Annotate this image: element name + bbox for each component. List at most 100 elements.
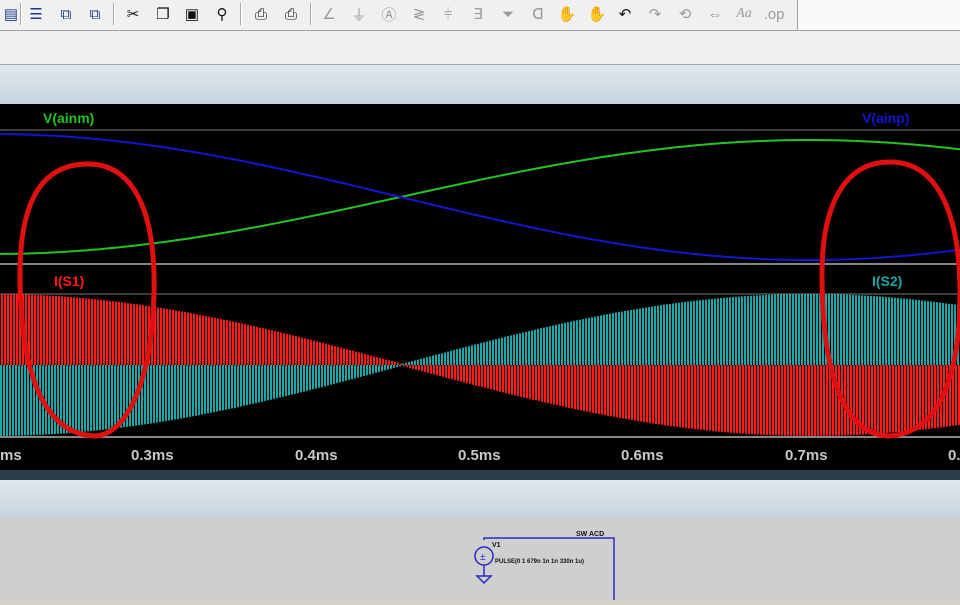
toolbar-separator bbox=[240, 3, 242, 25]
i-s2-stripe bbox=[513, 334, 515, 365]
i-s2-stripe bbox=[84, 365, 86, 432]
spice-directive-icon[interactable]: .op bbox=[763, 3, 785, 25]
cut-icon[interactable]: ✂ bbox=[122, 3, 144, 25]
i-s1-stripe bbox=[463, 365, 465, 383]
copy-icon[interactable]: ❐ bbox=[152, 3, 174, 25]
i-s1-stripe bbox=[508, 365, 510, 394]
i-s2-stripe bbox=[306, 365, 308, 391]
trace-label-i-s2[interactable]: I(S2) bbox=[872, 273, 902, 289]
trace-label-v-ainm[interactable]: V(ainm) bbox=[43, 110, 94, 126]
i-s2-stripe bbox=[681, 302, 683, 365]
i-s1-stripe bbox=[493, 365, 495, 391]
rotate-icon[interactable]: ⟲ bbox=[674, 3, 696, 25]
i-s1-stripe bbox=[175, 310, 177, 365]
toolbar-separator bbox=[20, 3, 22, 25]
i-s1-stripe bbox=[826, 365, 828, 436]
i-s2-stripe bbox=[3, 365, 5, 436]
i-s1-stripe bbox=[685, 365, 687, 429]
i-s2-stripe bbox=[534, 329, 536, 365]
component-name[interactable]: V1 bbox=[492, 542, 501, 549]
i-s2-stripe bbox=[579, 319, 581, 365]
i-s1-stripe bbox=[664, 365, 666, 426]
i-s1-stripe bbox=[946, 365, 948, 427]
move-icon[interactable]: ✋ bbox=[556, 3, 578, 25]
i-s1-stripe bbox=[544, 365, 546, 403]
i-s1-stripe bbox=[538, 365, 540, 402]
i-s1-stripe bbox=[343, 348, 345, 365]
waveform-plot[interactable]: V(ainm) V(ainp) I(S1) I(S2) ms 0.3ms 0.4… bbox=[0, 104, 960, 470]
tile-vertical-icon[interactable]: ⧉ bbox=[84, 3, 106, 25]
paste-icon[interactable]: ▣ bbox=[181, 3, 203, 25]
i-s2-stripe bbox=[774, 294, 776, 365]
i-s1-stripe bbox=[778, 365, 780, 436]
i-s2-stripe bbox=[657, 305, 659, 365]
i-s2-stripe bbox=[378, 365, 380, 373]
inductor-icon[interactable]: ∃ bbox=[467, 3, 489, 25]
i-s1-stripe bbox=[955, 365, 957, 426]
i-s1-stripe bbox=[601, 365, 603, 415]
i-s1-stripe bbox=[670, 365, 672, 427]
i-s1-stripe bbox=[568, 365, 570, 408]
i-s2-stripe bbox=[543, 327, 545, 365]
i-s2-stripe bbox=[645, 307, 647, 365]
i-s2-stripe bbox=[234, 365, 236, 408]
i-s1-stripe bbox=[709, 365, 711, 431]
ground-icon[interactable]: ⏚ bbox=[348, 3, 370, 25]
tile-icon[interactable]: ⧉ bbox=[55, 3, 77, 25]
i-s1-stripe bbox=[280, 332, 282, 365]
i-s1-stripe bbox=[337, 346, 339, 365]
i-s2-stripe bbox=[561, 323, 563, 365]
i-s2-stripe bbox=[933, 301, 935, 365]
i-s2-stripe bbox=[549, 326, 551, 365]
trace-label-v-ainp[interactable]: V(ainp) bbox=[862, 110, 909, 126]
capacitor-icon[interactable]: ⫩ bbox=[437, 3, 459, 25]
i-s2-stripe bbox=[183, 365, 185, 418]
i-s1-stripe bbox=[541, 365, 543, 402]
print-setup-icon[interactable]: ⎙ bbox=[250, 3, 272, 25]
trace-v-ainp bbox=[0, 133, 960, 261]
component-icon[interactable]: ᗡ bbox=[527, 3, 549, 25]
undo-icon[interactable]: ↶ bbox=[614, 3, 636, 25]
mirror-icon[interactable]: ⇔ bbox=[704, 3, 726, 25]
i-s1-stripe bbox=[268, 329, 270, 365]
diode-icon[interactable]: ⏷ bbox=[497, 3, 519, 25]
print-icon[interactable]: ⎙ bbox=[280, 3, 302, 25]
label-icon[interactable]: Ⓐ bbox=[378, 3, 400, 25]
new-schematic-icon[interactable]: ▤ bbox=[0, 3, 22, 25]
text-button[interactable]: Aa bbox=[733, 3, 755, 25]
i-s2-stripe bbox=[831, 294, 833, 365]
redo-icon[interactable]: ↷ bbox=[644, 3, 666, 25]
i-s2-stripe bbox=[573, 320, 575, 365]
i-s2-stripe bbox=[129, 365, 131, 427]
i-s1-stripe bbox=[523, 365, 525, 398]
i-s2-stripe bbox=[717, 298, 719, 365]
cascade-icon[interactable]: ☰ bbox=[25, 3, 47, 25]
i-s2-stripe bbox=[540, 328, 542, 365]
i-s2-stripe bbox=[891, 297, 893, 365]
i-s1-stripe bbox=[406, 365, 408, 368]
wire-icon[interactable]: ∠ bbox=[318, 3, 340, 25]
i-s2-stripe bbox=[219, 365, 221, 411]
i-s2-stripe bbox=[894, 297, 896, 365]
trace-label-i-s1[interactable]: I(S1) bbox=[54, 273, 84, 289]
i-s1-stripe bbox=[13, 294, 15, 365]
schematic-window-titlebar[interactable] bbox=[0, 480, 960, 519]
component-value[interactable]: PULSE(0 1 679n 1n 1n 330n 1u) bbox=[495, 559, 584, 565]
i-s1-stripe bbox=[763, 365, 765, 435]
find-icon[interactable]: ⚲ bbox=[211, 3, 233, 25]
waveform-window-titlebar[interactable] bbox=[0, 64, 960, 105]
i-s2-stripe bbox=[936, 302, 938, 365]
schematic-canvas[interactable]: ± V1 PULSE(0 1 679n 1n 1n 330n 1u) SW AC… bbox=[0, 518, 960, 600]
i-s1-stripe bbox=[535, 365, 537, 401]
i-s1-stripe bbox=[439, 365, 441, 377]
i-s2-stripe bbox=[753, 295, 755, 365]
x-tick: 0.5ms bbox=[458, 447, 501, 464]
net-label[interactable]: SW ACD bbox=[576, 531, 604, 538]
window-divider bbox=[0, 470, 960, 480]
i-s2-stripe bbox=[915, 299, 917, 365]
i-s1-stripe bbox=[694, 365, 696, 430]
resistor-icon[interactable]: ≷ bbox=[408, 3, 430, 25]
drag-icon[interactable]: ✋ bbox=[586, 3, 608, 25]
i-s1-stripe bbox=[805, 365, 807, 436]
i-s2-stripe bbox=[942, 302, 944, 365]
